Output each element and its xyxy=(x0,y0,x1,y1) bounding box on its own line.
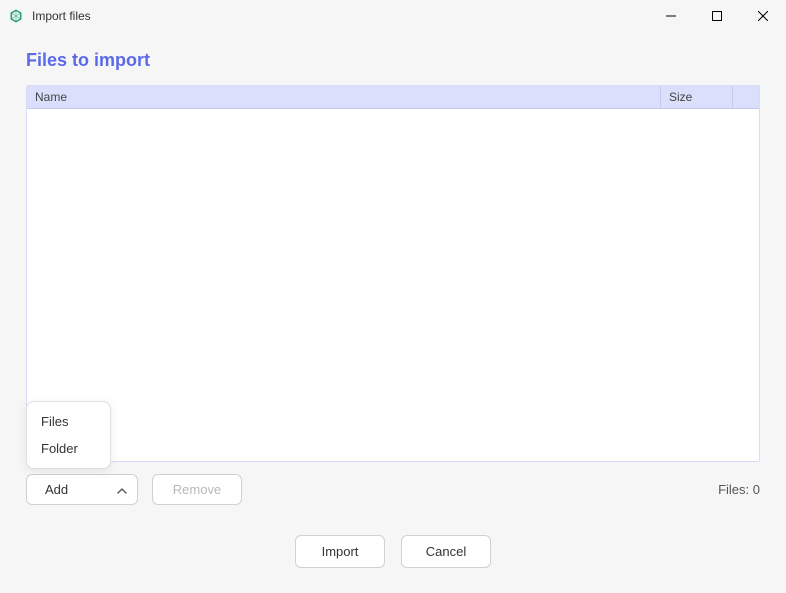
files-table: Name Size xyxy=(26,85,760,462)
chevron-up-icon xyxy=(117,482,127,497)
files-count-value: 0 xyxy=(753,482,760,497)
add-button[interactable]: Add xyxy=(26,474,138,505)
window-title: Import files xyxy=(32,9,91,23)
page-title: Files to import xyxy=(26,50,760,71)
minimize-icon xyxy=(666,11,676,21)
files-count-label: Files: xyxy=(718,482,749,497)
column-header-size[interactable]: Size xyxy=(661,86,733,108)
dialog-footer: Import Cancel xyxy=(26,535,760,568)
table-body[interactable] xyxy=(27,109,759,461)
column-header-name[interactable]: Name xyxy=(27,86,661,108)
titlebar: Import files xyxy=(0,0,786,32)
app-icon xyxy=(8,8,24,24)
column-header-spacer xyxy=(733,86,759,108)
popup-item-folder[interactable]: Folder xyxy=(27,435,110,462)
import-button[interactable]: Import xyxy=(295,535,385,568)
add-popup-menu: Files Folder xyxy=(26,401,111,469)
table-header: Name Size xyxy=(27,86,759,109)
files-count: Files: 0 xyxy=(718,482,760,497)
add-button-label: Add xyxy=(45,482,68,497)
close-button[interactable] xyxy=(740,0,786,32)
cancel-button[interactable]: Cancel xyxy=(401,535,491,568)
window-controls xyxy=(648,0,786,32)
actions-row: Files Folder Add Remove Files: 0 xyxy=(26,474,760,505)
close-icon xyxy=(758,11,768,21)
maximize-icon xyxy=(712,11,722,21)
popup-item-files[interactable]: Files xyxy=(27,408,110,435)
maximize-button[interactable] xyxy=(694,0,740,32)
remove-button[interactable]: Remove xyxy=(152,474,242,505)
minimize-button[interactable] xyxy=(648,0,694,32)
